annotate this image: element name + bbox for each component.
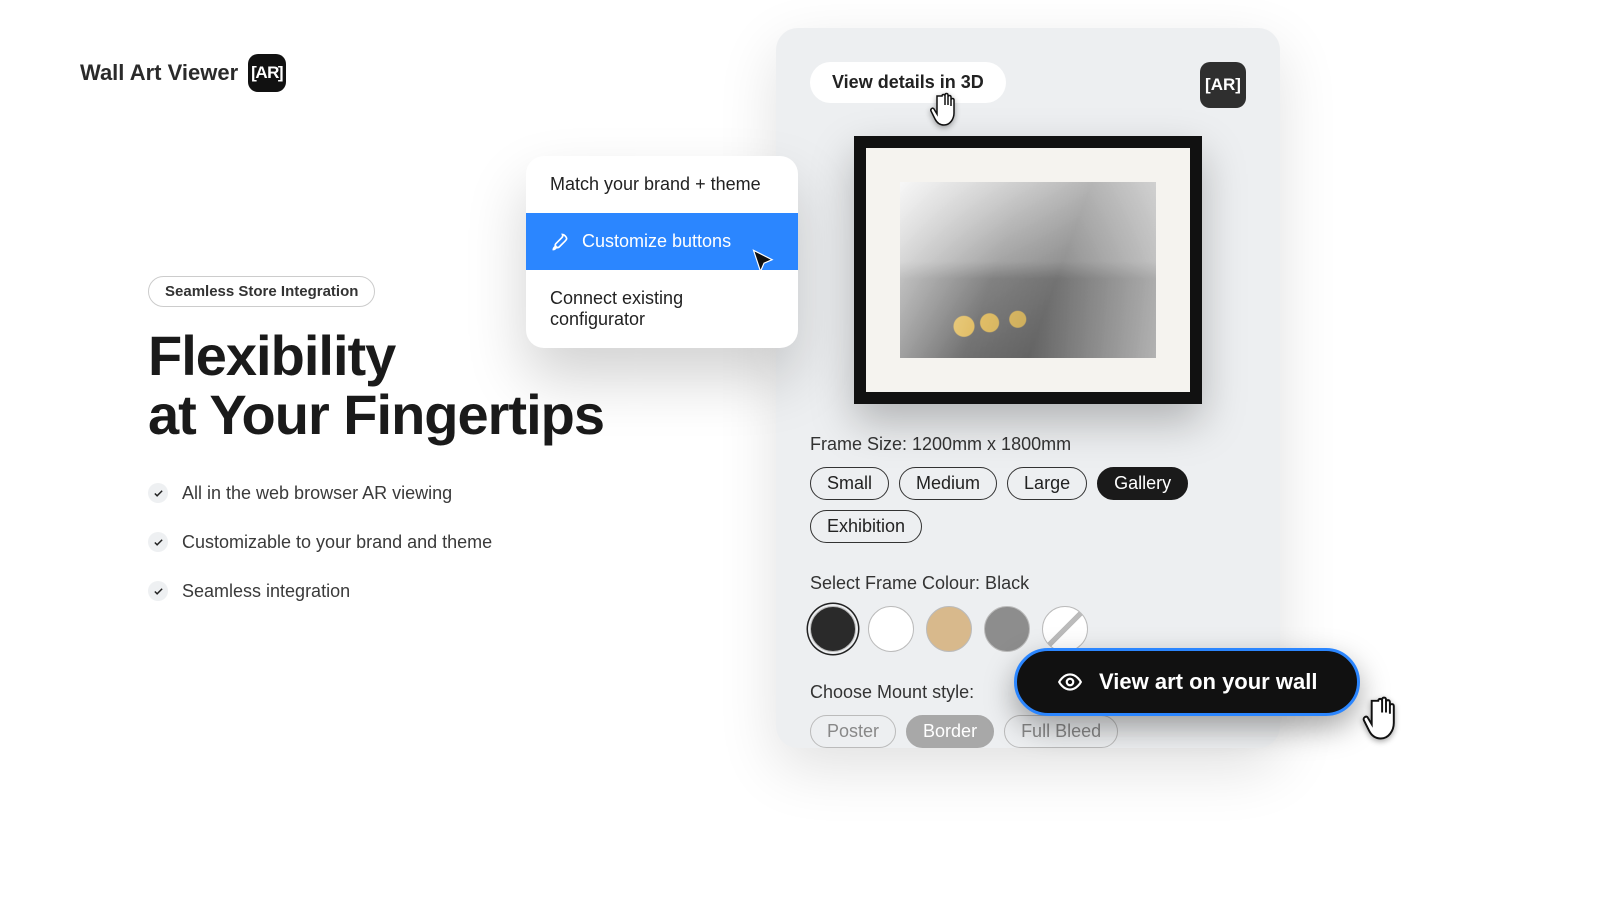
swatch-none[interactable]	[1042, 606, 1088, 652]
feature-label: Customizable to your brand and theme	[182, 532, 492, 553]
feature-item: All in the web browser AR viewing	[148, 483, 668, 504]
feature-item: Seamless integration	[148, 581, 668, 602]
mount-full-bleed[interactable]: Full Bleed	[1004, 715, 1118, 748]
artwork-image	[900, 182, 1156, 358]
feature-list: All in the web browser AR viewing Custom…	[148, 483, 668, 602]
swatch-black[interactable]	[810, 606, 856, 652]
frame-colour-label: Select Frame Colour: Black	[810, 573, 1246, 594]
swatch-gray[interactable]	[984, 606, 1030, 652]
cursor-hand-icon	[1360, 690, 1412, 748]
view-3d-button[interactable]: View details in 3D	[810, 62, 1006, 103]
check-icon	[148, 483, 168, 503]
mount-poster[interactable]: Poster	[810, 715, 896, 748]
eye-icon	[1057, 669, 1083, 695]
swatch-tan[interactable]	[926, 606, 972, 652]
view-on-wall-button[interactable]: View art on your wall	[1014, 648, 1360, 716]
eyebrow-pill: Seamless Store Integration	[148, 276, 375, 307]
swatch-white[interactable]	[868, 606, 914, 652]
check-icon	[148, 532, 168, 552]
logo: Wall Art Viewer AR	[80, 54, 286, 92]
artwork-frame-preview	[854, 136, 1202, 404]
size-large[interactable]: Large	[1007, 467, 1087, 500]
feature-item: Customizable to your brand and theme	[148, 532, 668, 553]
ar-toggle-button[interactable]: AR	[1200, 62, 1246, 108]
logo-text: Wall Art Viewer	[80, 60, 238, 86]
size-small[interactable]: Small	[810, 467, 889, 500]
cursor-arrow-icon	[750, 248, 778, 276]
feature-label: All in the web browser AR viewing	[182, 483, 452, 504]
dropdown-item-brand[interactable]: Match your brand + theme	[526, 156, 798, 213]
brush-icon	[550, 232, 570, 252]
cursor-hand-icon	[928, 88, 968, 132]
size-gallery[interactable]: Gallery	[1097, 467, 1188, 500]
ar-badge: AR	[248, 54, 286, 92]
frame-size-label: Frame Size: 1200mm x 1800mm	[810, 434, 1246, 455]
dropdown-item-connect[interactable]: Connect existing configurator	[526, 270, 798, 348]
feature-label: Seamless integration	[182, 581, 350, 602]
size-exhibition[interactable]: Exhibition	[810, 510, 922, 543]
product-mock-card: View details in 3D AR Frame Size: 1200mm…	[776, 28, 1280, 748]
mount-border[interactable]: Border	[906, 715, 994, 748]
size-medium[interactable]: Medium	[899, 467, 997, 500]
check-icon	[148, 581, 168, 601]
colour-swatches	[810, 606, 1246, 652]
size-options: Small Medium Large Gallery Exhibition	[810, 467, 1246, 543]
mount-options: Poster Border Full Bleed	[810, 715, 1246, 748]
